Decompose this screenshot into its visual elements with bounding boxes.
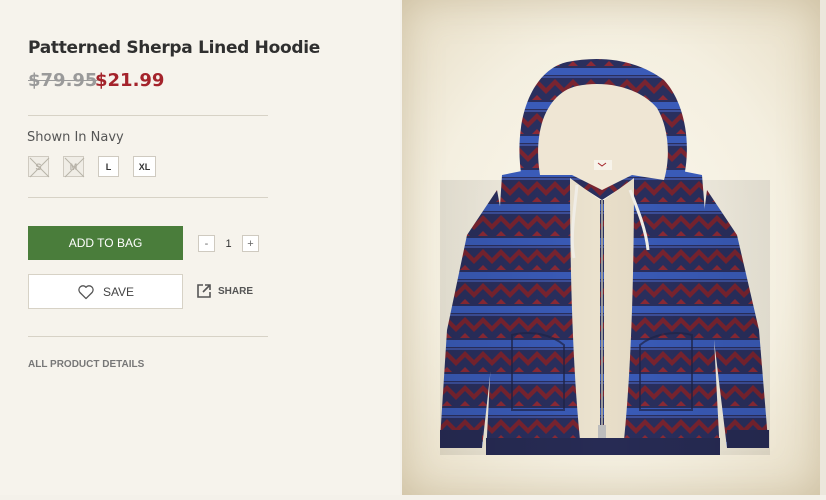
save-button[interactable]: SAVE [28, 274, 183, 309]
quantity-stepper: - 1 + [198, 235, 259, 252]
save-label: SAVE [102, 284, 135, 299]
size-option-l[interactable]: L [98, 156, 119, 177]
heart-icon [78, 284, 94, 299]
size-option-m[interactable]: M [63, 156, 85, 178]
share-icon [197, 284, 211, 298]
product-title: Patterned Sherpa Lined Hoodie [28, 38, 320, 58]
original-price: $79.95 [28, 70, 98, 91]
quantity-value: 1 [225, 237, 232, 250]
divider [28, 115, 268, 116]
quantity-increase-button[interactable]: + [242, 235, 259, 252]
unavailable-cross-icon [29, 157, 50, 178]
divider [28, 336, 268, 337]
size-label: XL [138, 161, 151, 172]
size-selector: S M L XL [28, 156, 156, 178]
hoodie-image [440, 59, 770, 455]
quantity-decrease-button[interactable]: - [198, 235, 215, 252]
sale-price: $21.99 [95, 70, 165, 91]
divider [28, 197, 268, 198]
unavailable-cross-icon [64, 157, 85, 178]
size-option-s[interactable]: S [28, 156, 50, 178]
add-to-bag-button[interactable]: ADD TO BAG [28, 226, 183, 260]
color-label: Shown In Navy [27, 130, 124, 145]
size-label: L [105, 161, 112, 172]
share-link[interactable]: SHARE [196, 283, 253, 299]
product-info-panel: Patterned Sherpa Lined Hoodie $79.95 $21… [0, 0, 400, 495]
page-edge [820, 0, 826, 495]
size-option-xl[interactable]: XL [133, 156, 156, 177]
product-image [402, 0, 820, 495]
share-label: SHARE [218, 285, 254, 297]
all-product-details-link[interactable]: ALL PRODUCT DETAILS [28, 359, 144, 370]
